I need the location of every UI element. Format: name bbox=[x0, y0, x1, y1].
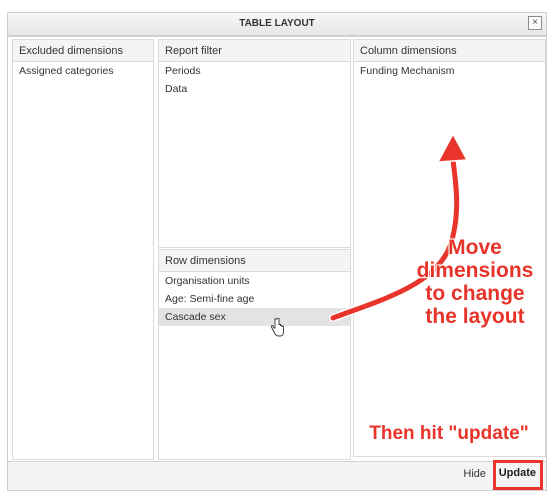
hide-button[interactable]: Hide bbox=[463, 468, 486, 480]
move-note-line-3: to change bbox=[425, 282, 525, 306]
hand-pointer-icon bbox=[270, 318, 284, 337]
dimension-item-data[interactable]: Data bbox=[159, 80, 350, 98]
report-filter-header: Report filter bbox=[159, 40, 350, 62]
dimension-item-periods[interactable]: Periods bbox=[159, 62, 350, 80]
update-highlight-box bbox=[493, 460, 543, 490]
row-dimensions-header: Row dimensions bbox=[159, 250, 350, 272]
column-dimensions-header: Column dimensions bbox=[354, 40, 545, 62]
dimension-item-age[interactable]: Age: Semi-fine age bbox=[159, 290, 350, 308]
row-dimensions-panel[interactable]: Row dimensions Organisation units Age: S… bbox=[158, 249, 351, 460]
excluded-dimensions-panel[interactable]: Excluded dimensions Assigned categories bbox=[12, 39, 154, 460]
dimension-item-cascade-sex[interactable]: Cascade sex bbox=[159, 308, 350, 326]
move-note-line-4: the layout bbox=[425, 305, 525, 329]
dialog-footer: Hide Update bbox=[7, 462, 547, 491]
dimension-item-funding-mechanism[interactable]: Funding Mechanism bbox=[354, 62, 545, 80]
dialog-titlebar: TABLE LAYOUT × bbox=[7, 12, 547, 36]
move-note-line-2: dimensions bbox=[416, 259, 534, 283]
report-filter-panel[interactable]: Report filter Periods Data bbox=[158, 39, 351, 248]
dimension-item-organisation-units[interactable]: Organisation units bbox=[159, 272, 350, 290]
move-note-line-1: Move bbox=[448, 236, 502, 259]
update-note: Then hit "update" bbox=[369, 423, 529, 444]
dimension-item-assigned-categories[interactable]: Assigned categories bbox=[13, 62, 153, 80]
excluded-dimensions-header: Excluded dimensions bbox=[13, 40, 153, 62]
move-dimensions-note: Move dimensions to change the layout bbox=[400, 236, 548, 328]
dialog-title: TABLE LAYOUT bbox=[239, 18, 315, 29]
close-icon[interactable]: × bbox=[528, 16, 542, 30]
